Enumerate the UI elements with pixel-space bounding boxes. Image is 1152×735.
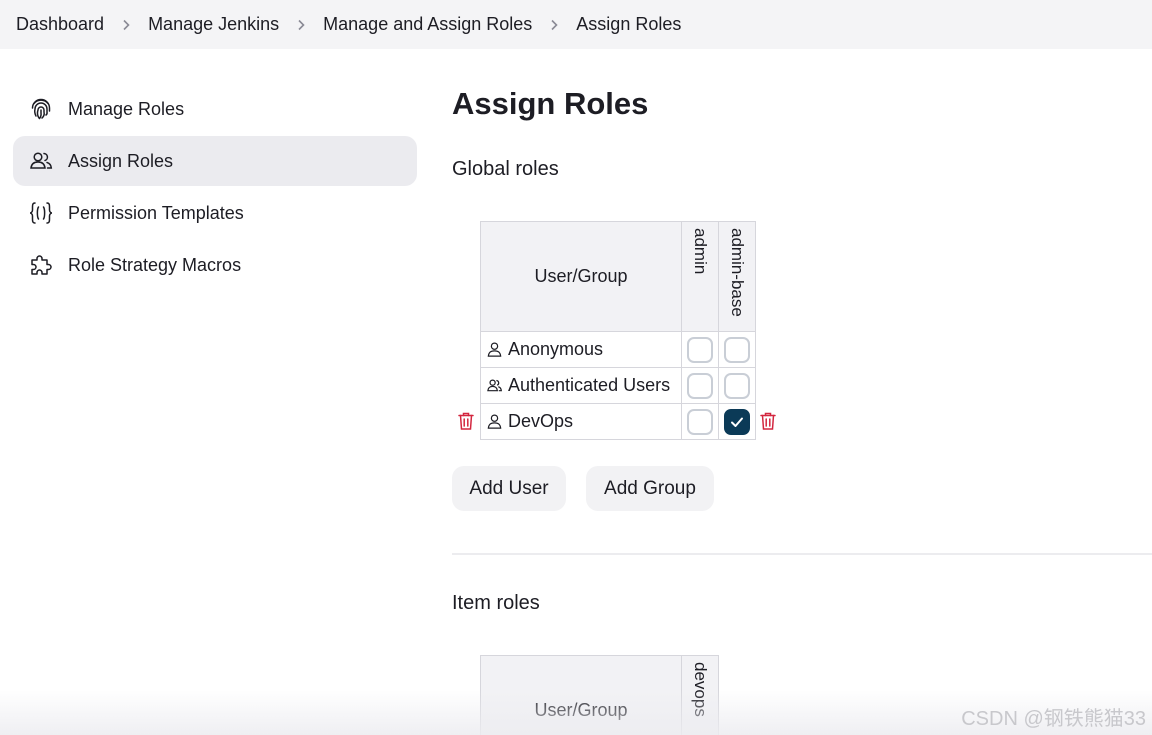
role-name: devops <box>691 662 710 717</box>
breadcrumb-assign-roles[interactable]: Assign Roles <box>576 14 681 35</box>
table-row: DevOps <box>480 403 756 440</box>
users-icon <box>27 147 55 175</box>
sidebar-item-permission-templates[interactable]: Permission Templates <box>13 188 417 238</box>
role-header-admin: admin <box>681 221 719 332</box>
checkbox-devops-admin-base[interactable] <box>724 408 750 435</box>
role-header-admin-base: admin-base <box>718 221 756 332</box>
user-name: Anonymous <box>508 339 604 359</box>
section-divider <box>452 553 1152 555</box>
add-group-button[interactable]: Add Group <box>586 466 714 511</box>
sidebar-item-label: Role Strategy Macros <box>68 254 242 275</box>
add-user-button[interactable]: Add User <box>452 466 566 511</box>
delete-row-left-trash-icon[interactable] <box>457 411 475 431</box>
chevron-right-icon <box>120 19 132 31</box>
item-roles-table: User/Group devops <box>480 655 719 735</box>
chevron-right-icon <box>295 19 307 31</box>
breadcrumb: Dashboard Manage Jenkins Manage and Assi… <box>0 0 1152 49</box>
checkbox-authenticated-admin[interactable] <box>687 372 713 399</box>
page-title: Assign Roles <box>452 86 649 121</box>
checkbox-devops-admin[interactable] <box>687 408 713 435</box>
sidebar: Manage Roles Assign Roles Permission Tem… <box>13 84 417 292</box>
breadcrumb-manage-assign-roles[interactable]: Manage and Assign Roles <box>323 14 532 35</box>
checkbox-anonymous-admin[interactable] <box>687 336 713 363</box>
global-roles-title: Global roles <box>452 158 559 180</box>
user-group-header: User/Group <box>480 221 682 332</box>
puzzle-icon <box>27 251 55 279</box>
user-cell: Anonymous <box>480 331 682 368</box>
global-roles-table: User/Group admin admin-base Anonymous Au… <box>480 221 756 440</box>
item-roles-title: Item roles <box>452 592 540 614</box>
sidebar-item-role-strategy-macros[interactable]: Role Strategy Macros <box>13 240 417 290</box>
user-cell: DevOps <box>480 403 682 440</box>
user-icon <box>486 341 504 359</box>
sidebar-item-assign-roles[interactable]: Assign Roles <box>13 136 417 186</box>
chevron-right-icon <box>548 19 560 31</box>
main-content: Assign Roles <box>452 84 1152 126</box>
user-name: DevOps <box>508 411 574 431</box>
table-row: Authenticated Users <box>480 367 756 404</box>
breadcrumb-dashboard[interactable]: Dashboard <box>16 14 104 35</box>
user-name: Authenticated Users <box>508 375 671 395</box>
user-cell: Authenticated Users <box>480 367 682 404</box>
breadcrumb-manage-jenkins[interactable]: Manage Jenkins <box>148 14 279 35</box>
role-name: admin-base <box>728 228 747 317</box>
sidebar-item-manage-roles[interactable]: Manage Roles <box>13 84 417 134</box>
braces-icon <box>27 199 55 227</box>
user-icon <box>486 413 504 431</box>
sidebar-item-label: Permission Templates <box>68 202 244 223</box>
check-icon <box>731 417 743 427</box>
sidebar-item-label: Assign Roles <box>68 150 174 171</box>
checkbox-authenticated-admin-base[interactable] <box>724 372 750 399</box>
fingerprint-icon <box>27 95 55 123</box>
users-icon <box>486 377 504 395</box>
table-row: Anonymous <box>480 331 756 368</box>
sidebar-item-label: Manage Roles <box>68 98 185 119</box>
checkbox-anonymous-admin-base[interactable] <box>724 336 750 363</box>
delete-row-right-trash-icon[interactable] <box>759 411 777 431</box>
watermark: CSDN @钢铁熊猫33 <box>961 708 1146 730</box>
role-header-devops: devops <box>681 655 719 735</box>
user-group-header: User/Group <box>480 655 682 735</box>
role-name: admin <box>691 228 710 275</box>
